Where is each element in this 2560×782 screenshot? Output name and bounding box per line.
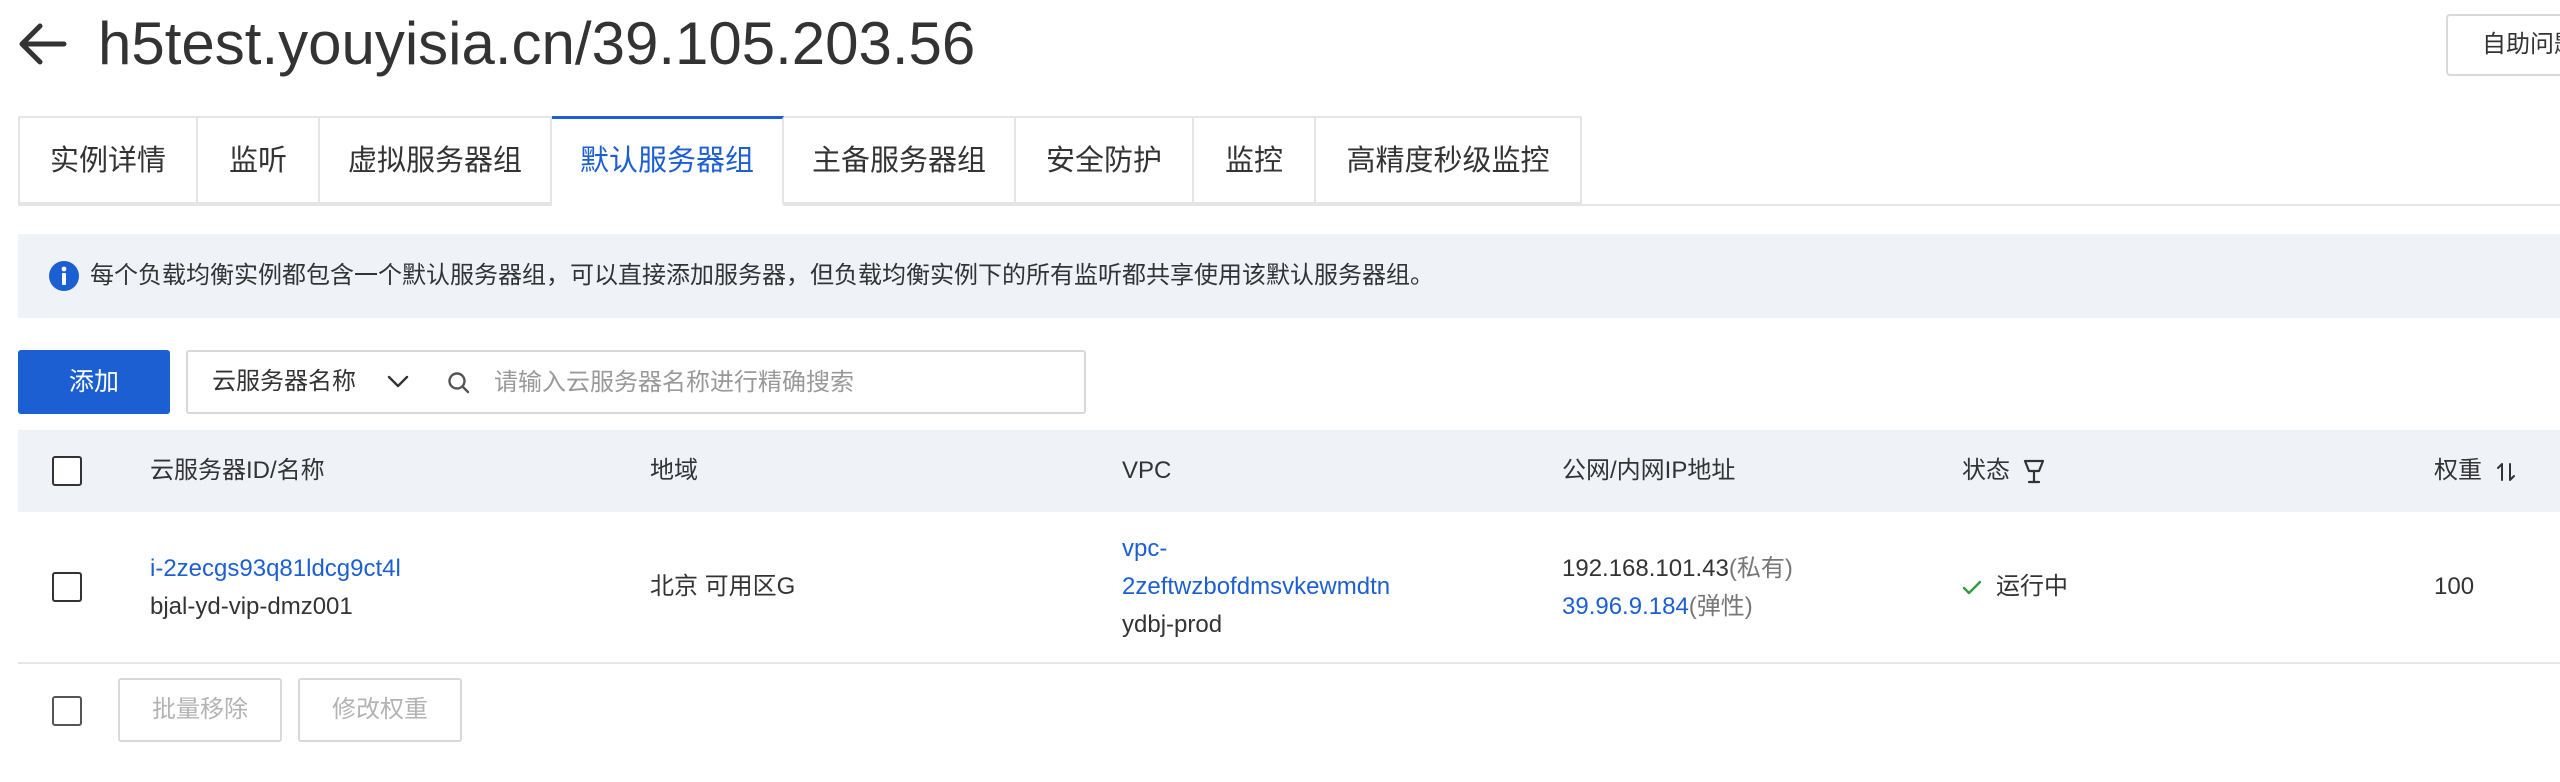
column-header-vpc: VPC [1122, 457, 1172, 484]
status-text: 运行中 [1996, 573, 2068, 600]
search-field-select-value: 云服务器名称 [212, 368, 356, 395]
sort-icon[interactable] [2496, 460, 2516, 484]
column-header-ip: 公网/内网IP地址 [1562, 457, 1736, 484]
self-help-button[interactable]: 自助问题 [2446, 14, 2560, 76]
table-header: 云服务器ID/名称 地域 VPC 公网/内网IP地址 状态 权重 [18, 430, 2560, 512]
status-cell: 运行中 [1962, 570, 2068, 604]
table-row: i-2zecgs93q81ldcg9ct4l bjal-yd-vip-dmz00… [18, 512, 2560, 664]
tab-listeners[interactable]: 监听 [198, 116, 320, 204]
check-icon [1962, 580, 1982, 594]
private-ip-cell: 192.168.101.43(私有) [1562, 552, 1793, 586]
tab-high-precision-monitoring[interactable]: 高精度秒级监控 [1316, 116, 1582, 204]
bulk-actions-bar: 批量移除 修改权重 [18, 678, 1018, 744]
vpc-id-link-continued[interactable]: 2zeftwzbofdmsvkewmdtn [1122, 570, 1390, 604]
add-button[interactable]: 添加 [18, 350, 170, 414]
tab-default-server-group[interactable]: 默认服务器组 [552, 116, 784, 206]
back-arrow-icon[interactable] [14, 20, 70, 68]
info-notice: 每个负载均衡实例都包含一个默认服务器组，可以直接添加服务器，但负载均衡实例下的所… [18, 234, 2560, 318]
private-ip-tag: (私有) [1728, 555, 1793, 582]
search-input[interactable] [492, 356, 1066, 410]
search-field-select[interactable]: 云服务器名称 [186, 350, 424, 414]
toolbar: 添加 云服务器名称 [18, 350, 1118, 414]
tab-security-protection[interactable]: 安全防护 [1016, 116, 1194, 204]
chevron-down-icon [387, 375, 409, 388]
column-header-name: 云服务器ID/名称 [150, 457, 325, 484]
tab-instance-details[interactable]: 实例详情 [18, 116, 198, 204]
column-header-weight: 权重 [2434, 457, 2482, 484]
filter-icon[interactable] [2022, 458, 2046, 486]
page-title: h5test.youyisia.cn/39.105.203.56 [98, 10, 976, 77]
tab-bar: 实例详情 监听 虚拟服务器组 默认服务器组 主备服务器组 安全防护 监控 高精度… [18, 116, 2560, 206]
tab-monitoring[interactable]: 监控 [1194, 116, 1316, 204]
bulk-select-checkbox[interactable] [52, 696, 82, 726]
search-box [422, 350, 1086, 414]
public-ip-tag: (弹性) [1688, 593, 1753, 620]
private-ip: 192.168.101.43 [1562, 555, 1729, 582]
select-all-checkbox[interactable] [52, 456, 82, 486]
tab-primary-backup-server-groups[interactable]: 主备服务器组 [784, 116, 1016, 204]
info-icon [49, 261, 79, 291]
public-ip-link[interactable]: 39.96.9.184 [1562, 593, 1689, 620]
batch-remove-button[interactable]: 批量移除 [118, 678, 282, 742]
region: 北京 可用区G [650, 573, 796, 600]
public-ip-cell: 39.96.9.184(弹性) [1562, 590, 1753, 624]
row-checkbox[interactable] [52, 572, 82, 602]
tab-virtual-server-groups[interactable]: 虚拟服务器组 [320, 116, 552, 204]
column-header-status: 状态 [1962, 457, 2010, 484]
instance-name: bjal-yd-vip-dmz001 [150, 593, 353, 620]
weight: 100 [2434, 573, 2475, 600]
modify-weight-button[interactable]: 修改权重 [298, 678, 462, 742]
notice-text: 每个负载均衡实例都包含一个默认服务器组，可以直接添加服务器，但负载均衡实例下的所… [90, 262, 1434, 289]
vpc-name: ydbj-prod [1122, 611, 1223, 638]
search-icon [448, 372, 470, 394]
vpc-id-link[interactable]: vpc- [1122, 532, 1167, 566]
page-header: h5test.youyisia.cn/39.105.203.56 自助问题 [0, 0, 2560, 100]
instance-id-link[interactable]: i-2zecgs93q81ldcg9ct4l [150, 552, 401, 586]
column-header-region: 地域 [650, 457, 698, 484]
